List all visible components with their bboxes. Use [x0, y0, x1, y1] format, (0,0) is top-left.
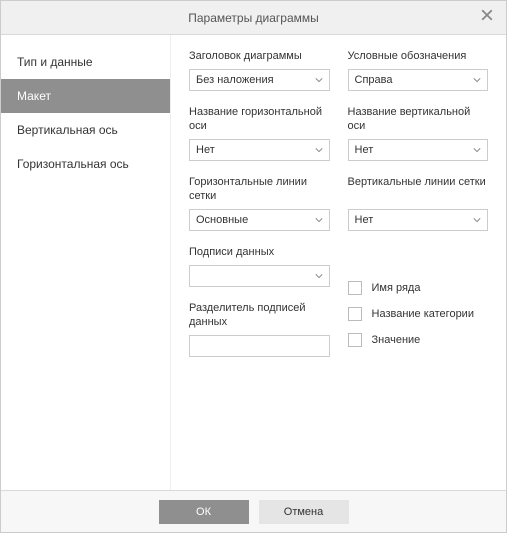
- chevron-down-icon: [315, 146, 323, 154]
- dialog-title: Параметры диаграммы: [188, 11, 319, 25]
- sidebar-item-type-and-data[interactable]: Тип и данные: [1, 45, 170, 79]
- select-x-axis-title[interactable]: Нет: [189, 139, 330, 161]
- checkbox-category-name[interactable]: [348, 307, 362, 321]
- label-v-gridlines: Вертикальные линии сетки: [348, 175, 489, 203]
- select-h-gridlines-value: Основные: [196, 214, 248, 226]
- chevron-down-icon: [315, 272, 323, 280]
- content: Заголовок диаграммы Без наложения Назван…: [171, 35, 506, 490]
- footer: ОК Отмена: [1, 490, 506, 532]
- select-v-gridlines[interactable]: Нет: [348, 209, 489, 231]
- label-chart-title: Заголовок диаграммы: [189, 49, 330, 63]
- dialog: Параметры диаграммы Тип и данные Макет В…: [0, 0, 507, 533]
- field-x-axis-title: Название горизонтальной оси Нет: [189, 105, 330, 161]
- close-button[interactable]: [478, 8, 496, 26]
- field-chart-title: Заголовок диаграммы Без наложения: [189, 49, 330, 91]
- label-data-labels-sep: Разделитель подписей данных: [189, 301, 330, 329]
- chevron-down-icon: [315, 76, 323, 84]
- close-icon: [481, 8, 493, 26]
- ok-button[interactable]: ОК: [159, 500, 249, 524]
- field-y-axis-title: Название вертикальной оси Нет: [348, 105, 489, 161]
- titlebar: Параметры диаграммы: [1, 1, 506, 35]
- chevron-down-icon: [473, 216, 481, 224]
- chevron-down-icon: [473, 76, 481, 84]
- field-legend: Условные обозначения Справа: [348, 49, 489, 91]
- label-h-gridlines: Горизонтальные линии сетки: [189, 175, 330, 203]
- label-x-axis-title: Название горизонтальной оси: [189, 105, 330, 133]
- sidebar-item-horizontal-axis[interactable]: Горизонтальная ось: [1, 147, 170, 181]
- select-x-axis-title-value: Нет: [196, 144, 215, 156]
- field-data-labels-sep: Разделитель подписей данных: [189, 301, 330, 357]
- chevron-down-icon: [315, 216, 323, 224]
- select-legend[interactable]: Справа: [348, 69, 489, 91]
- field-data-labels: Подписи данных: [189, 245, 330, 287]
- right-column: Условные обозначения Справа Название вер…: [348, 49, 489, 480]
- checkbox-row-category-name: Название категории: [348, 307, 489, 321]
- checkbox-row-value: Значение: [348, 333, 489, 347]
- select-chart-title-value: Без наложения: [196, 74, 274, 86]
- label-legend: Условные обозначения: [348, 49, 489, 63]
- select-y-axis-title[interactable]: Нет: [348, 139, 489, 161]
- select-chart-title[interactable]: Без наложения: [189, 69, 330, 91]
- select-y-axis-title-value: Нет: [355, 144, 374, 156]
- checkbox-value[interactable]: [348, 333, 362, 347]
- dialog-body: Тип и данные Макет Вертикальная ось Гори…: [1, 35, 506, 490]
- sidebar-item-vertical-axis[interactable]: Вертикальная ось: [1, 113, 170, 147]
- checkbox-row-series-name: Имя ряда: [348, 281, 489, 295]
- select-data-labels[interactable]: [189, 265, 330, 287]
- sidebar: Тип и данные Макет Вертикальная ось Гори…: [1, 35, 171, 490]
- label-y-axis-title: Название вертикальной оси: [348, 105, 489, 133]
- spacer: [348, 245, 489, 267]
- sidebar-item-layout[interactable]: Макет: [1, 79, 170, 113]
- left-column: Заголовок диаграммы Без наложения Назван…: [189, 49, 330, 480]
- chevron-down-icon: [473, 146, 481, 154]
- checkbox-series-name[interactable]: [348, 281, 362, 295]
- select-legend-value: Справа: [355, 74, 393, 86]
- cancel-button[interactable]: Отмена: [259, 500, 349, 524]
- label-data-labels: Подписи данных: [189, 245, 330, 259]
- field-h-gridlines: Горизонтальные линии сетки Основные: [189, 175, 330, 231]
- checkbox-category-name-label: Название категории: [372, 308, 474, 320]
- checkbox-series-name-label: Имя ряда: [372, 282, 421, 294]
- select-v-gridlines-value: Нет: [355, 214, 374, 226]
- field-v-gridlines: Вертикальные линии сетки Нет: [348, 175, 489, 231]
- select-h-gridlines[interactable]: Основные: [189, 209, 330, 231]
- checkbox-value-label: Значение: [372, 334, 421, 346]
- input-data-labels-sep[interactable]: [189, 335, 330, 357]
